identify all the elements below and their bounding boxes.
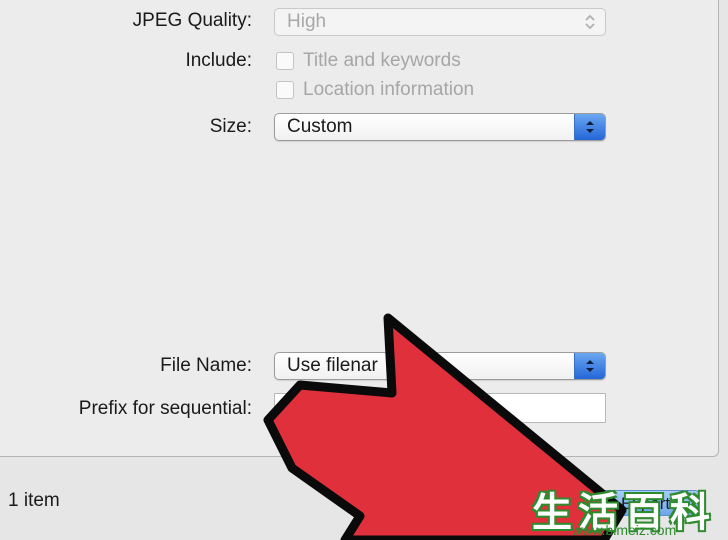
- size-value: Custom: [287, 116, 353, 137]
- watermark-url: www.bimeiz.com: [572, 522, 677, 538]
- export-settings-panel: JPEG Quality: High Include: Title and ke…: [0, 0, 719, 457]
- jpeg-quality-value: High: [287, 11, 327, 32]
- prefix-input[interactable]: [274, 393, 606, 423]
- popup-arrows-icon: [575, 9, 605, 35]
- popup-arrows-icon: [574, 114, 605, 140]
- file-name-label: File Name:: [160, 355, 252, 376]
- item-count-status: 1 item: [8, 490, 60, 511]
- title-keywords-checkbox[interactable]: [276, 52, 294, 70]
- popup-arrows-icon: [574, 353, 605, 379]
- include-label: Include:: [185, 50, 252, 71]
- watermark-char: 生: [532, 491, 572, 535]
- file-name-value: Use filenar: [287, 355, 378, 376]
- location-info-checkbox[interactable]: [276, 81, 294, 99]
- size-popup[interactable]: Custom: [274, 113, 606, 141]
- jpeg-quality-label: JPEG Quality:: [132, 10, 252, 31]
- jpeg-quality-popup: High: [274, 8, 606, 36]
- location-info-label: Location information: [303, 79, 475, 100]
- size-label: Size:: [209, 116, 252, 137]
- prefix-label: Prefix for sequential:: [78, 398, 252, 419]
- watermark: 生 活 百 科 www.bimeiz.com: [528, 480, 728, 540]
- file-name-popup[interactable]: Use filenar: [274, 352, 606, 380]
- title-keywords-label: Title and keywords: [303, 50, 461, 71]
